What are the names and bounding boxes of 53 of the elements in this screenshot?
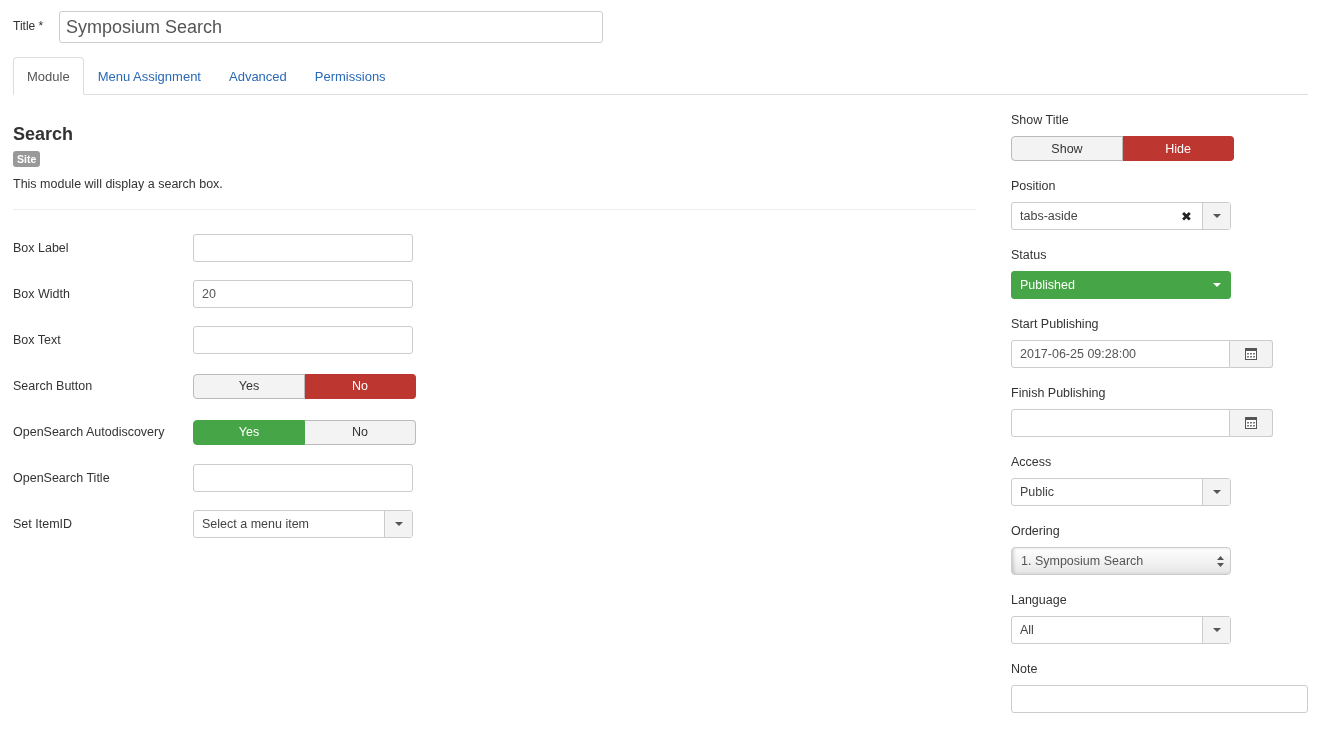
calendar-icon: [1245, 348, 1257, 360]
dropdown[interactable]: Select a menu item: [193, 510, 413, 538]
field-label: Box Width: [13, 287, 71, 301]
field-label: Box Text: [13, 333, 62, 347]
text-field[interactable]: [1011, 685, 1308, 713]
calendar-button[interactable]: [1230, 340, 1273, 368]
tab[interactable]: Menu Assignment: [83, 57, 215, 95]
field-label: Note: [1011, 662, 1039, 676]
sort-arrows-icon: [1217, 555, 1224, 567]
dropdown[interactable]: Public: [1011, 478, 1231, 506]
tab[interactable]: Permissions: [300, 57, 400, 95]
text-field[interactable]: 20: [193, 280, 413, 308]
module-heading: Search: [13, 124, 75, 145]
field-label: Language: [1011, 593, 1068, 607]
toggle-option[interactable]: Hide: [1123, 136, 1234, 161]
date-field[interactable]: 2017-06-25 09:28:00: [1011, 340, 1230, 368]
text-field[interactable]: [193, 326, 413, 354]
tab[interactable]: Advanced: [215, 57, 301, 95]
field-label: Position: [1011, 179, 1057, 193]
caret-icon: [1212, 628, 1221, 632]
field-label: Show Title: [1011, 113, 1070, 127]
caret-icon: [1212, 283, 1221, 287]
field-label: Finish Publishing: [1011, 386, 1107, 400]
caret-icon: [1212, 490, 1221, 494]
title-label: Title *: [13, 19, 45, 33]
date-field[interactable]: [1011, 409, 1230, 437]
dropdown[interactable]: All: [1011, 616, 1231, 644]
caret-icon: [394, 522, 403, 526]
field-label: Ordering: [1011, 524, 1061, 538]
caret-icon: [1212, 214, 1221, 218]
field-label: Access: [1011, 455, 1053, 469]
field-label: Set ItemID: [13, 517, 74, 531]
field-label: Search Button: [13, 379, 94, 393]
toggle-option[interactable]: No: [305, 373, 416, 399]
toggle-option[interactable]: Show: [1011, 136, 1123, 161]
toggle-option[interactable]: No: [305, 419, 416, 445]
field-label: OpenSearch Autodiscovery: [13, 425, 166, 439]
site-badge: Site: [13, 151, 41, 167]
title-field[interactable]: Symposium Search: [59, 11, 603, 43]
field-label: Box Label: [13, 241, 70, 255]
dropdown[interactable]: tabs-aside ✖: [1011, 202, 1231, 230]
tab[interactable]: Module: [13, 57, 84, 95]
clear-icon[interactable]: ✖: [1181, 208, 1192, 224]
ordering-select[interactable]: 1. Symposium Search: [1011, 547, 1231, 575]
calendar-button[interactable]: [1230, 409, 1273, 437]
text-field[interactable]: [193, 464, 413, 492]
field-label: Status: [1011, 248, 1048, 262]
field-label: Start Publishing: [1011, 317, 1100, 331]
field-label: OpenSearch Title: [13, 471, 111, 485]
toggle-option[interactable]: Yes: [193, 373, 305, 399]
calendar-icon: [1245, 417, 1257, 429]
module-description: This module will display a search box.: [13, 177, 224, 191]
text-field[interactable]: [193, 234, 413, 262]
